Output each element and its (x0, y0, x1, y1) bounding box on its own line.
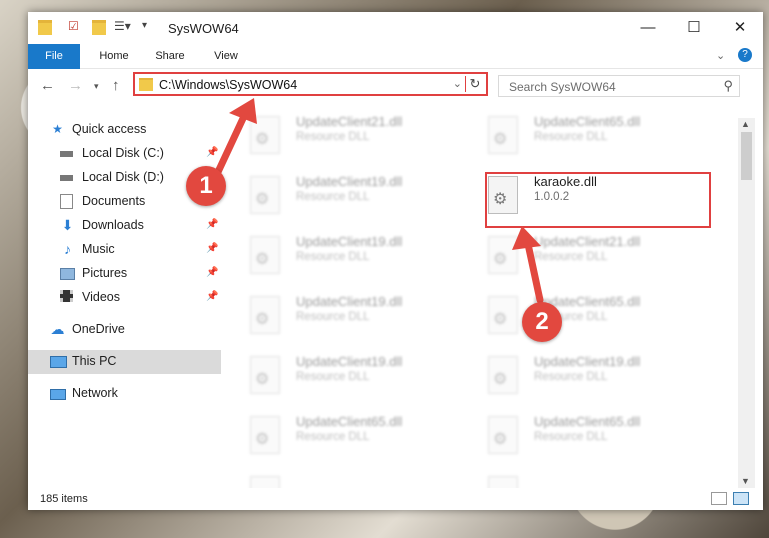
step-2-badge: 2 (522, 302, 562, 342)
arrow-1 (214, 108, 250, 176)
arrowhead-2 (512, 226, 541, 250)
annotation-arrows (214, 98, 544, 304)
step-1-badge: 1 (186, 166, 226, 206)
arrow-2 (524, 240, 544, 304)
